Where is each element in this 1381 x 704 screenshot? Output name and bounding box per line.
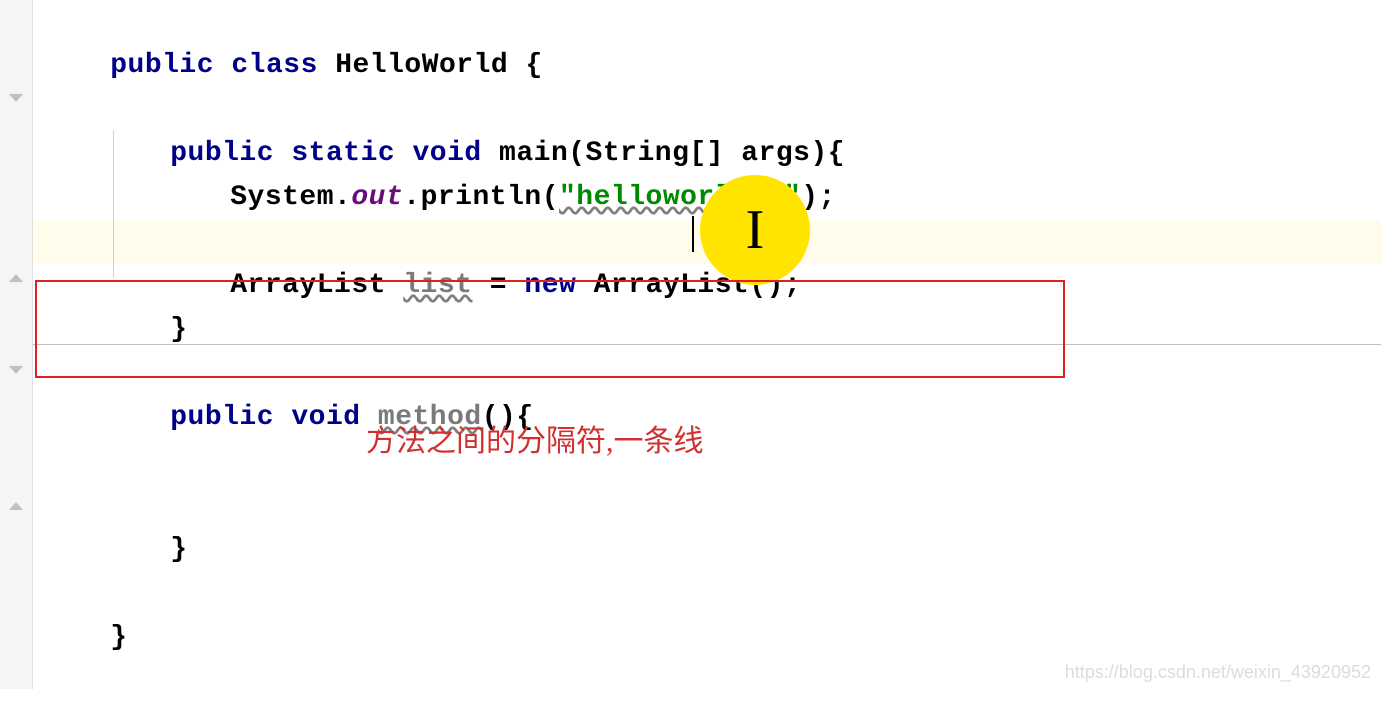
editor-gutter bbox=[0, 0, 33, 689]
keyword-public: public bbox=[170, 138, 274, 169]
var-list: list bbox=[403, 270, 472, 301]
params: (String[] args){ bbox=[568, 138, 845, 169]
brace-close: } bbox=[170, 534, 187, 565]
code-line[interactable]: public static void main(String[] args){ bbox=[33, 88, 1381, 132]
fold-marker-icon[interactable] bbox=[6, 358, 26, 378]
class-name: HelloWorld bbox=[335, 50, 508, 81]
keyword-public: public bbox=[110, 50, 214, 81]
keyword-void: void bbox=[291, 402, 360, 433]
method-name: main bbox=[499, 138, 568, 169]
println: .println( bbox=[403, 182, 559, 213]
fold-marker-icon[interactable] bbox=[6, 494, 26, 514]
semicolon: ); bbox=[801, 182, 836, 213]
fold-marker-icon[interactable] bbox=[6, 86, 26, 106]
out-field: out bbox=[351, 182, 403, 213]
code-line-empty[interactable] bbox=[33, 440, 1381, 484]
ibeam-icon: I bbox=[746, 198, 765, 262]
keyword-new: new bbox=[524, 270, 576, 301]
indent-guide bbox=[113, 130, 114, 278]
code-line[interactable]: } bbox=[33, 484, 1381, 528]
code-line[interactable]: public void method(){ bbox=[33, 352, 1381, 396]
brace-close: } bbox=[110, 622, 127, 653]
code-line-empty[interactable] bbox=[33, 528, 1381, 572]
equals: = bbox=[472, 270, 524, 301]
watermark-text: https://blog.csdn.net/weixin_43920952 bbox=[1065, 662, 1371, 683]
brace: { bbox=[508, 50, 543, 81]
code-line[interactable]: } bbox=[33, 572, 1381, 616]
keyword-void: void bbox=[413, 138, 482, 169]
code-editor[interactable]: public class HelloWorld { public static … bbox=[33, 0, 1381, 616]
code-line-empty[interactable] bbox=[33, 308, 1381, 352]
keyword-static: static bbox=[291, 138, 395, 169]
code-line[interactable]: public class HelloWorld { bbox=[33, 0, 1381, 44]
fold-marker-icon[interactable] bbox=[6, 266, 26, 286]
brace-close: } bbox=[170, 314, 187, 345]
text-cursor bbox=[692, 216, 694, 252]
annotation-text: 方法之间的分隔符,一条线 bbox=[366, 416, 704, 460]
cursor-highlight-icon: I bbox=[700, 175, 810, 285]
type-arraylist: ArrayList bbox=[230, 270, 403, 301]
method-separator-line bbox=[33, 344, 1381, 345]
keyword-class: class bbox=[231, 50, 318, 81]
keyword-public: public bbox=[170, 402, 274, 433]
system-ref: System. bbox=[230, 182, 351, 213]
